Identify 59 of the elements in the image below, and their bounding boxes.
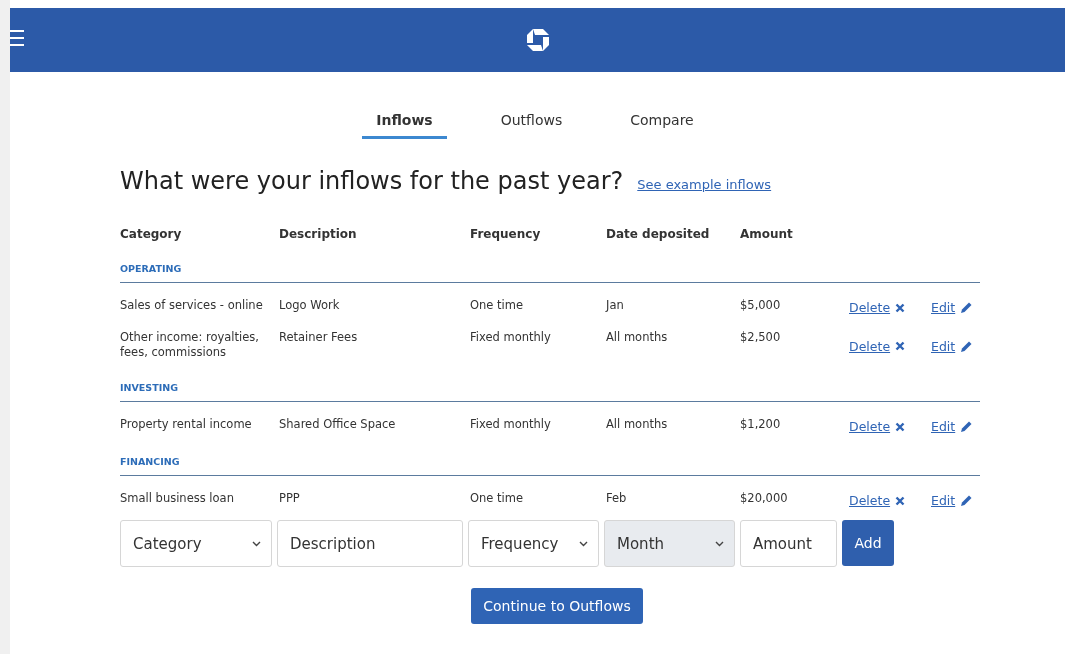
close-icon <box>895 302 906 313</box>
tab[interactable]: Outflows <box>486 110 577 139</box>
table-cell-text: One time <box>470 298 525 314</box>
table-cell-text: Fixed monthly <box>470 330 552 346</box>
pencil-icon <box>960 301 974 314</box>
pencil-icon <box>960 339 974 353</box>
table-cell-text: All months <box>606 330 669 346</box>
delete-link[interactable]: Delete <box>849 330 906 360</box>
table-cell-text: $20,000 <box>740 491 789 507</box>
chevron-down-icon <box>252 540 261 547</box>
example-link[interactable]: See example inflows <box>637 177 772 192</box>
delete-link[interactable]: Delete <box>849 298 906 315</box>
input-field[interactable]: Amount <box>740 520 837 567</box>
table-cell-text: Logo Work <box>279 298 341 314</box>
edit-link[interactable]: Edit <box>931 330 974 360</box>
section-header: FINANCING <box>120 456 181 467</box>
table-cell-text: Sales of services - online <box>120 298 264 314</box>
delete-link[interactable]: Delete <box>849 491 906 508</box>
continue-button[interactable]: Continue to Outflows <box>471 588 643 624</box>
tab[interactable]: Compare <box>616 110 708 139</box>
close-icon <box>895 341 906 351</box>
octagon-logo-icon <box>526 29 549 51</box>
column-header: Amount <box>740 227 794 241</box>
column-header: Category <box>120 227 183 241</box>
table-cell-text: Feb <box>606 491 628 507</box>
input-field[interactable]: Description <box>277 520 463 567</box>
table-cell-text: $2,500 <box>740 330 782 346</box>
pencil-icon <box>960 494 974 507</box>
edit-link[interactable]: Edit <box>931 417 974 434</box>
table-cell-text: PPP <box>279 491 301 507</box>
section-header: INVESTING <box>120 382 179 393</box>
delete-link[interactable]: Delete <box>849 417 906 434</box>
table-cell-text: Other income: royalties, fees, commissions <box>120 330 260 360</box>
table-cell-text: All months <box>606 417 669 433</box>
edit-link[interactable]: Edit <box>931 491 974 508</box>
pencil-icon <box>960 420 974 433</box>
close-icon <box>895 421 906 432</box>
column-header: Frequency <box>470 227 542 241</box>
table-cell-text: Retainer Fees <box>279 330 359 346</box>
column-header: Date deposited <box>606 227 711 241</box>
chevron-down-icon <box>579 540 588 547</box>
column-header: Description <box>279 227 358 241</box>
table-cell-text: Jan <box>606 298 625 314</box>
table-cell-text: $1,200 <box>740 417 782 433</box>
page-heading: What were your inflows for the past year? <box>120 167 624 195</box>
table-cell-text: One time <box>470 491 525 507</box>
table-cell-text: Small business loan <box>120 491 235 507</box>
table-cell-text: Fixed monthly <box>470 417 552 433</box>
table-cell-text: $5,000 <box>740 298 782 314</box>
dropdown[interactable]: Frequency <box>468 520 599 567</box>
chevron-down-icon <box>715 540 724 547</box>
table-cell-text: Shared Office Space <box>279 417 397 433</box>
table-cell-text: Property rental income <box>120 417 253 433</box>
dropdown[interactable]: Category <box>120 520 272 567</box>
close-icon <box>895 495 906 506</box>
add-button[interactable]: Add <box>842 520 894 566</box>
tab[interactable]: Inflows <box>362 110 447 139</box>
section-header: OPERATING <box>120 263 183 274</box>
edit-link[interactable]: Edit <box>931 298 974 315</box>
